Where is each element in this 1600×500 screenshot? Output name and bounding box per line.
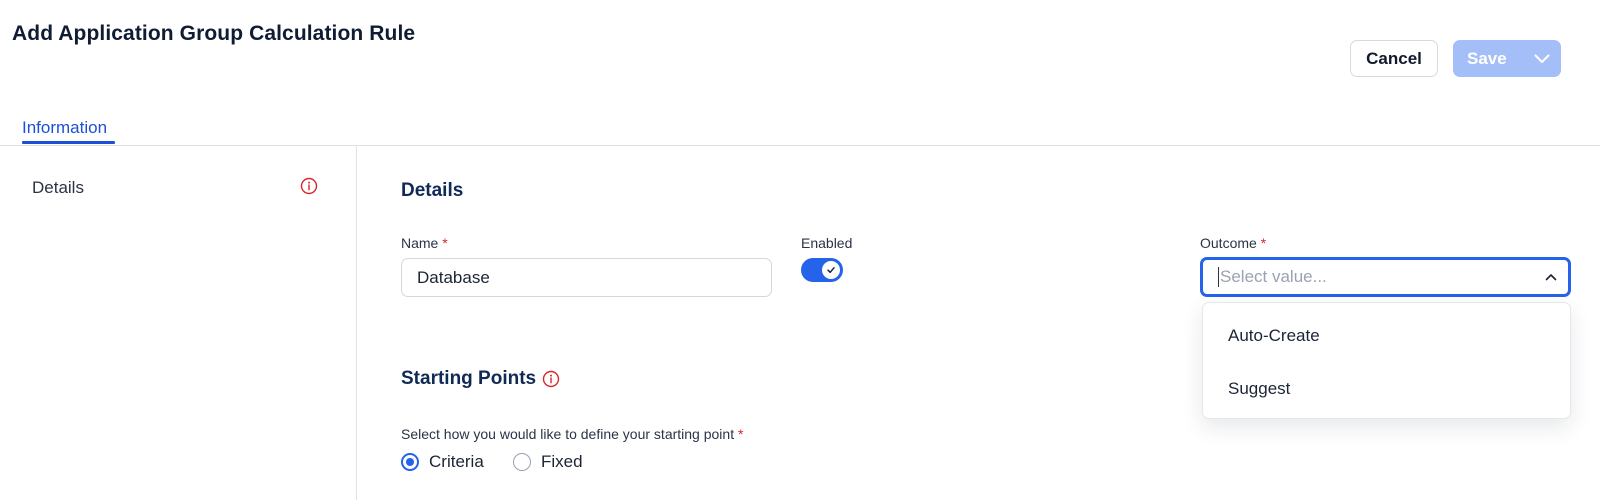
chevron-up-icon[interactable]	[1534, 273, 1568, 281]
outcome-select-placeholder: Select value...	[1220, 267, 1327, 286]
save-button[interactable]: Save	[1453, 40, 1523, 77]
page-title: Add Application Group Calculation Rule	[12, 22, 416, 45]
radio-button[interactable]	[513, 453, 531, 471]
dropdown-option-auto-create[interactable]: Auto-Create	[1203, 316, 1570, 356]
save-options-chevron-down-icon[interactable]	[1523, 40, 1561, 77]
save-button-group: Save	[1453, 40, 1561, 77]
outcome-label-text: Outcome	[1200, 235, 1257, 251]
sidebar: Details	[0, 146, 357, 500]
outcome-select[interactable]: Select value...	[1200, 257, 1571, 297]
sidebar-item-label: Details	[32, 178, 84, 197]
cancel-button[interactable]: Cancel	[1350, 40, 1438, 77]
tab-information[interactable]: Information	[22, 118, 107, 138]
outcome-dropdown-menu: Auto-Create Suggest	[1202, 302, 1571, 419]
name-field[interactable]	[401, 258, 772, 297]
info-circle-icon[interactable]	[542, 370, 560, 388]
active-tab-indicator	[22, 141, 115, 144]
outcome-field-label: Outcome *	[1200, 235, 1266, 251]
toggle-knob	[822, 261, 840, 279]
enabled-field-label: Enabled	[801, 235, 853, 251]
radio-option-criteria[interactable]: Criteria	[401, 452, 484, 472]
starting-points-title-text: Starting Points	[401, 368, 537, 389]
radio-button-selected[interactable]	[401, 453, 419, 471]
text-cursor	[1218, 267, 1219, 287]
starting-point-prompt: Select how you would like to define your…	[401, 426, 743, 442]
info-circle-icon	[300, 177, 318, 200]
required-marker: *	[442, 235, 448, 251]
enabled-toggle[interactable]	[801, 258, 843, 282]
dropdown-option-suggest[interactable]: Suggest	[1203, 369, 1570, 409]
required-marker: *	[1260, 235, 1267, 251]
radio-option-fixed[interactable]: Fixed	[513, 452, 583, 472]
required-marker: *	[737, 426, 744, 442]
sidebar-item-details[interactable]: Details	[32, 176, 318, 200]
details-section-title: Details	[401, 180, 464, 201]
checkmark-icon	[827, 267, 835, 274]
starting-points-section-title: Starting Points	[401, 368, 560, 390]
radio-label-fixed: Fixed	[541, 452, 583, 471]
radio-label-criteria: Criteria	[429, 452, 484, 471]
starting-point-prompt-text: Select how you would like to define your…	[401, 426, 735, 442]
name-label-text: Name	[401, 235, 439, 251]
name-field-label: Name *	[401, 235, 448, 251]
